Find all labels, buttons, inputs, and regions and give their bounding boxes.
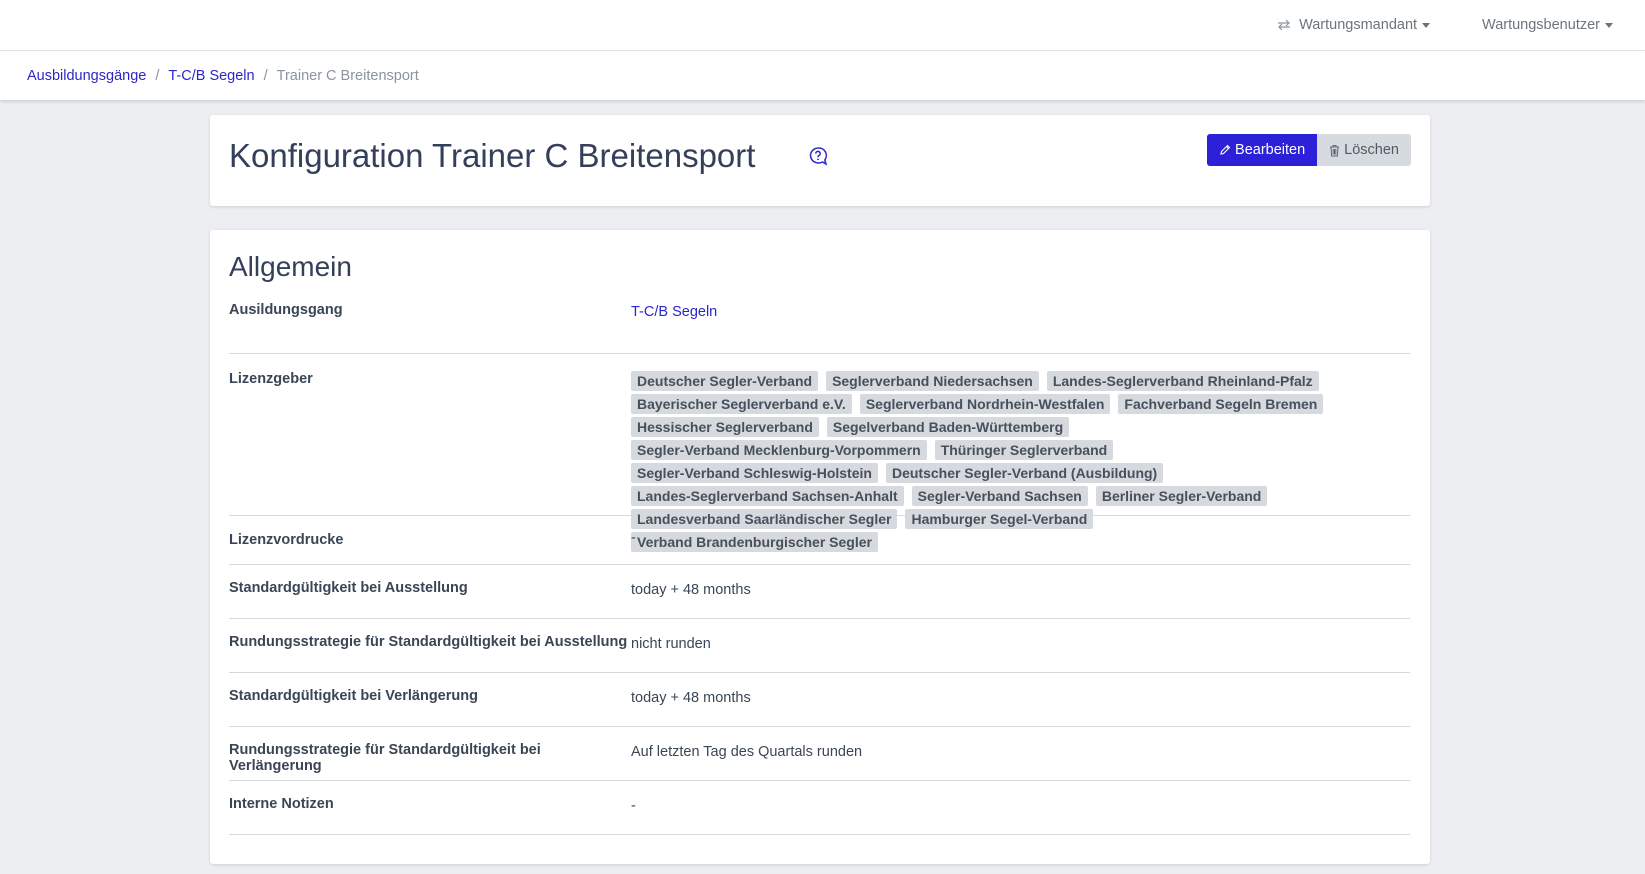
lizenzgeber-tag: Deutscher Segler-Verband xyxy=(631,371,819,391)
lizenzgeber-tag: Landes-Seglerverband Sachsen-Anhalt xyxy=(631,486,904,506)
chevron-down-icon xyxy=(1422,22,1431,28)
breadcrumb-current: Trainer C Breitensport xyxy=(276,67,419,84)
user-label: Wartungsbenutzer xyxy=(1482,17,1600,33)
top-navbar: Wartungsmandant Wartungsbenutzer xyxy=(0,0,1645,51)
lizenzgeber-tag: Bayerischer Seglerverband e.V. xyxy=(631,394,852,414)
row-value: T-C/B Segeln xyxy=(631,300,1410,353)
lizenzgeber-tag: Seglerverband Nordrhein-Westfalen xyxy=(859,394,1111,414)
row-label: Interne Notizen xyxy=(229,796,334,812)
detail-row-notizen: Interne Notizen - xyxy=(229,781,1410,835)
detail-row-lizenzgeber: Lizenzgeber Deutscher Segler-Verband Segl… xyxy=(229,354,1410,552)
detail-row-ausbildungsgang: Ausildungsgang T-C/B Segeln xyxy=(229,300,1410,354)
row-value: today + 48 months xyxy=(631,582,751,598)
lizenzgeber-tag: Landes-Seglerverband Rheinland-Pfalz xyxy=(1046,371,1319,391)
tenant-dropdown[interactable]: Wartungsmandant xyxy=(1277,17,1431,33)
row-label: Lizenzvordrucke xyxy=(229,532,344,548)
row-label: Standardgültigkeit bei Verlängerung xyxy=(229,688,478,704)
detail-row-gueltigkeit-ausstellung: Standardgültigkeit bei Ausstellung today… xyxy=(229,565,1410,619)
section-title: Allgemein xyxy=(229,251,352,282)
detail-row-lizenzvordrucke: Lizenzvordrucke - xyxy=(229,516,1410,565)
page-title: Konfiguration Trainer C Breitensport xyxy=(229,137,756,174)
lizenzgeber-tag: Deutscher Segler-Verband (Ausbildung) xyxy=(885,463,1164,483)
edit-button-label: Bearbeiten xyxy=(1235,142,1306,158)
help-chat-icon[interactable] xyxy=(808,146,828,166)
row-value: today + 48 months xyxy=(631,690,751,706)
delete-button-label: Löschen xyxy=(1344,142,1399,158)
row-value: - xyxy=(631,530,636,546)
row-value: - xyxy=(631,798,636,814)
details-card: Allgemein Ausildungsgang T-C/B Segeln Li… xyxy=(210,230,1430,864)
row-value: Deutscher Segler-Verband Seglerverband Ni… xyxy=(631,354,1410,552)
edit-button[interactable]: Bearbeiten xyxy=(1207,134,1318,166)
chevron-down-icon xyxy=(1605,22,1613,28)
lizenzgeber-tag: Thüringer Seglerverband xyxy=(934,440,1114,460)
row-label: Lizenzgeber xyxy=(229,371,313,387)
breadcrumb: Ausbildungsgänge / T-C/B Segeln / Traine… xyxy=(0,51,1645,100)
lizenzgeber-tag: Segler-Verband Schleswig-Holstein xyxy=(631,463,878,483)
switch-arrows-icon xyxy=(1278,19,1291,31)
row-label: Rundungsstrategie für Standardgültigkeit… xyxy=(229,742,541,774)
row-label: Standardgültigkeit bei Ausstellung xyxy=(229,580,468,596)
breadcrumb-separator: / xyxy=(263,67,268,84)
lizenzgeber-tag: Berliner Segler-Verband xyxy=(1095,486,1268,506)
lizenzgeber-tag: Segler-Verband Sachsen xyxy=(911,486,1088,506)
tenant-label: Wartungsmandant xyxy=(1299,17,1418,33)
row-label: Rundungsstrategie für Standardgültigkeit… xyxy=(229,634,628,650)
row-value: Auf letzten Tag des Quartals runden xyxy=(631,744,863,760)
pencil-icon xyxy=(1220,144,1231,155)
lizenzgeber-tag: Hessischer Seglerverband xyxy=(631,417,819,437)
breadcrumb-item-ausbildungsgaenge[interactable]: Ausbildungsgänge xyxy=(27,68,146,84)
detail-row-rundung-verlaengerung: Rundungsstrategie für Standardgültigkeit… xyxy=(229,727,1410,781)
lizenzgeber-tag: Segler-Verband Mecklenburg-Vorpommern xyxy=(631,440,927,460)
detail-row-gueltigkeit-verlaengerung: Standardgültigkeit bei Verlängerung toda… xyxy=(229,673,1410,727)
lizenzgeber-tag: Fachverband Segeln Bremen xyxy=(1118,394,1324,414)
lizenzgeber-tag: Seglerverband Niedersachsen xyxy=(826,371,1039,391)
row-label: Ausildungsgang xyxy=(229,302,343,318)
detail-row-rundung-ausstellung: Rundungsstrategie für Standardgültigkeit… xyxy=(229,619,1410,673)
lizenzgeber-tag: Segelverband Baden-Württemberg xyxy=(826,417,1070,437)
breadcrumb-separator: / xyxy=(155,67,160,84)
user-dropdown[interactable]: Wartungsbenutzer xyxy=(1482,17,1613,33)
delete-button[interactable]: Löschen xyxy=(1317,134,1411,166)
breadcrumb-item-tcb-segeln[interactable]: T-C/B Segeln xyxy=(168,68,254,84)
row-value: nicht runden xyxy=(631,636,711,652)
action-button-group: Bearbeiten Löschen xyxy=(1207,134,1411,166)
trash-icon xyxy=(1330,144,1340,156)
ausbildungsgang-link[interactable]: T-C/B Segeln xyxy=(631,304,717,320)
